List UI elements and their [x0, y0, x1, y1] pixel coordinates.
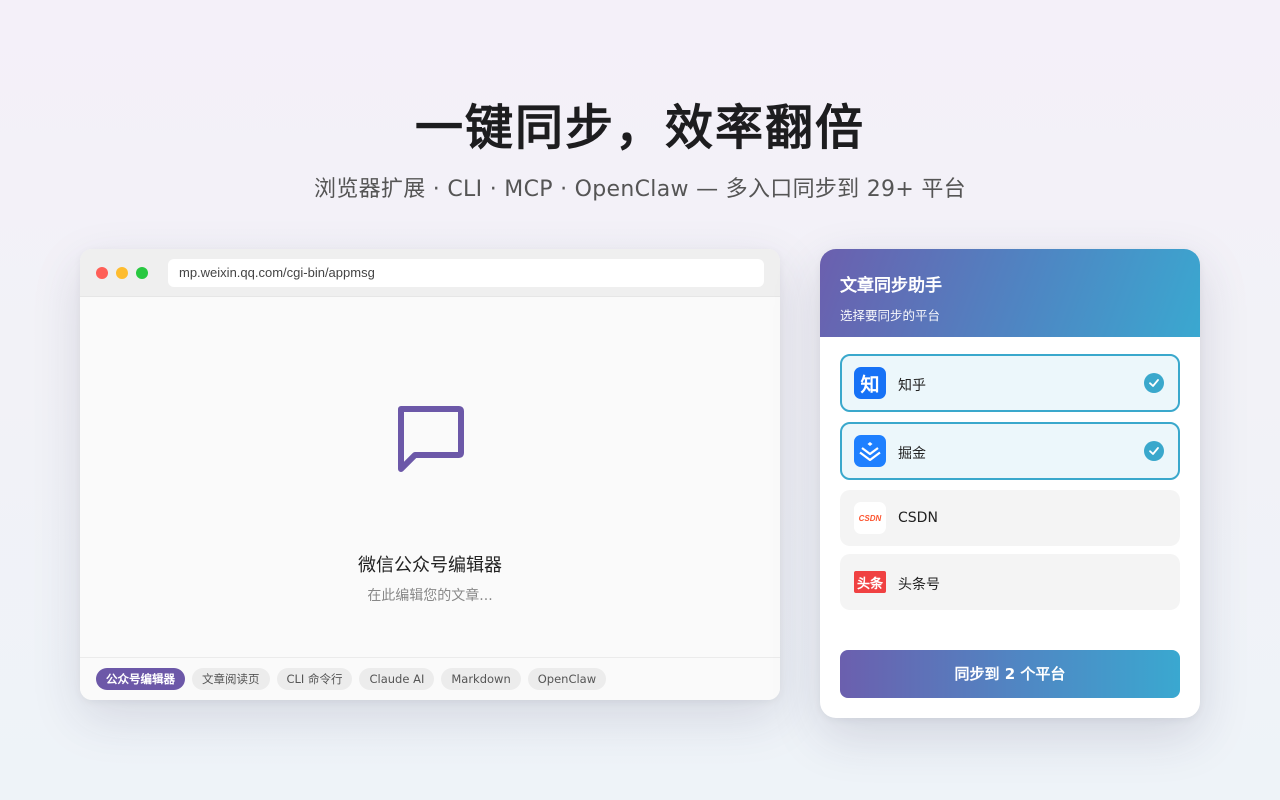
platform-name: 知乎 — [898, 378, 926, 394]
toutiao-logo-icon: 头条 — [854, 571, 886, 593]
sync-panel: 文章同步助手 选择要同步的平台 知 知乎 掘金 CSDN CSDN 头条 头条号… — [820, 249, 1200, 718]
editor-area[interactable]: 微信公众号编辑器 在此编辑您的文章... — [80, 297, 780, 657]
tab-claude-ai[interactable]: Claude AI — [359, 668, 435, 690]
platform-item-juejin[interactable]: 掘金 — [840, 422, 1180, 480]
platform-item-csdn[interactable]: CSDN CSDN — [840, 490, 1180, 546]
check-icon[interactable] — [1144, 373, 1164, 393]
panel-title: 文章同步助手 — [840, 276, 942, 296]
platform-name: CSDN — [898, 510, 938, 526]
platform-name: 头条号 — [898, 577, 940, 593]
maximize-window-button[interactable] — [136, 267, 148, 279]
hero-subtitle: 浏览器扩展 · CLI · MCP · OpenClaw — 多入口同步到 29… — [314, 177, 966, 202]
hero-title: 一键同步，效率翻倍 — [414, 100, 865, 156]
browser-titlebar: mp.weixin.qq.com/cgi-bin/appmsg — [80, 249, 780, 297]
tab-wechat-editor[interactable]: 公众号编辑器 — [96, 668, 185, 690]
platform-item-zhihu[interactable]: 知 知乎 — [840, 354, 1180, 412]
close-window-button[interactable] — [96, 267, 108, 279]
zhihu-logo-icon: 知 — [854, 367, 886, 399]
toutiao-logo-text: 头条 — [856, 576, 883, 592]
csdn-logo-icon: CSDN — [854, 502, 886, 534]
platform-name: 掘金 — [898, 446, 926, 462]
platform-item-toutiao[interactable]: 头条 头条号 — [840, 554, 1180, 610]
address-bar[interactable]: mp.weixin.qq.com/cgi-bin/appmsg — [168, 259, 764, 287]
scenario-tabbar: 公众号编辑器 文章阅读页 CLI 命令行 Claude AI Markdown … — [80, 657, 780, 700]
tab-openclaw[interactable]: OpenClaw — [527, 668, 607, 690]
zhihu-logo-text: 知 — [860, 373, 880, 396]
check-icon[interactable] — [1144, 441, 1164, 461]
editor-title: 微信公众号编辑器 — [358, 555, 502, 576]
tab-markdown[interactable]: Markdown — [441, 668, 521, 690]
tab-article-reader[interactable]: 文章阅读页 — [192, 668, 270, 690]
juejin-logo-icon — [854, 435, 886, 467]
panel-subtitle: 选择要同步的平台 — [840, 308, 941, 323]
panel-header: 文章同步助手 选择要同步的平台 — [820, 249, 1200, 337]
sync-button[interactable]: 同步到 2 个平台 — [840, 650, 1180, 698]
editor-placeholder[interactable]: 在此编辑您的文章... — [80, 585, 780, 605]
browser-window: mp.weixin.qq.com/cgi-bin/appmsg 微信公众号编辑器… — [80, 249, 780, 700]
minimize-window-button[interactable] — [116, 267, 128, 279]
tab-cli[interactable]: CLI 命令行 — [276, 668, 353, 690]
chat-bubble-icon — [398, 406, 464, 472]
csdn-logo-text: CSDN — [858, 513, 882, 523]
